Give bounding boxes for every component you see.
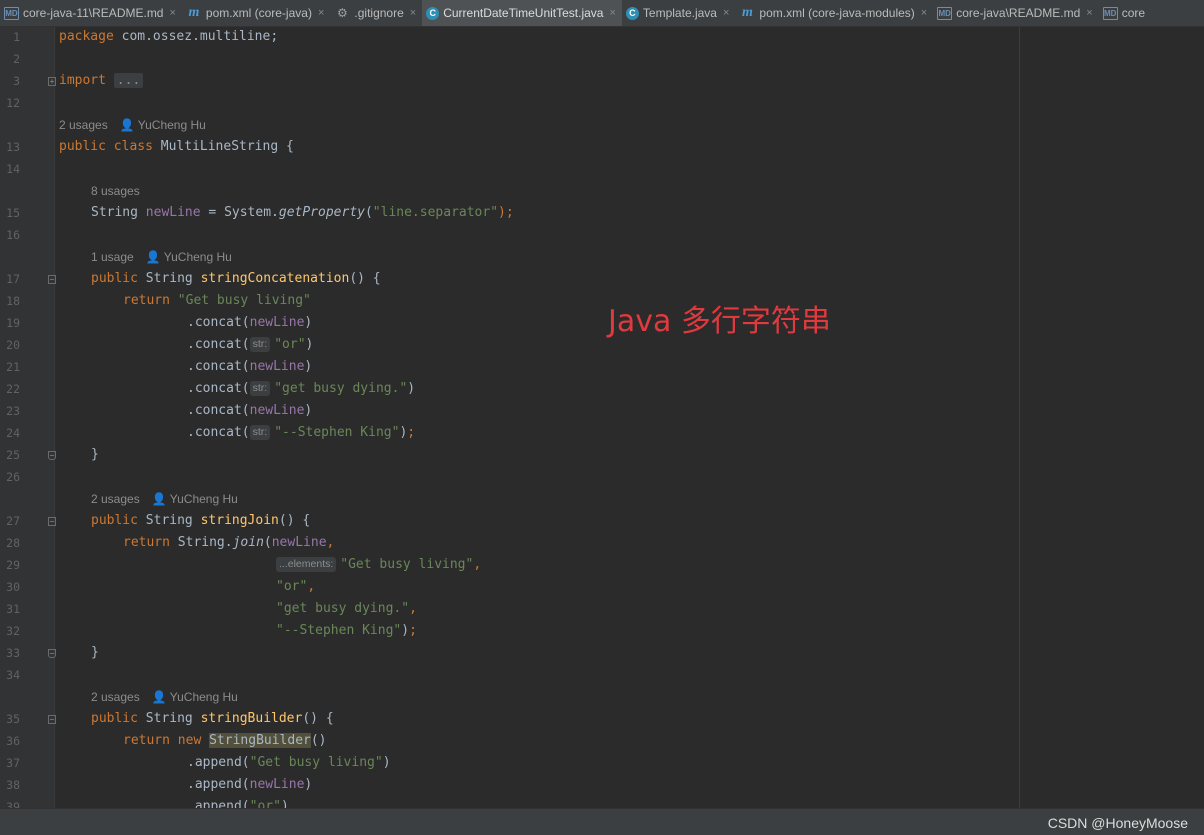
- line-number: 12: [6, 96, 20, 110]
- editor-tab-bar: MD core-java-11\README.md × m pom.xml (core…: [0, 0, 1204, 27]
- code-line: public class MultiLineString {: [59, 139, 294, 154]
- code-line: .concat(str: "get busy dying."): [187, 381, 416, 396]
- close-icon[interactable]: ×: [921, 7, 927, 19]
- maven-icon: m: [741, 5, 753, 20]
- code-line: "--Stephen King");: [276, 623, 417, 638]
- tab-current-datetime-unit-test[interactable]: C CurrentDateTimeUnitTest.java ×: [422, 0, 622, 26]
- line-number: 30: [6, 580, 20, 594]
- line-number: 19: [6, 316, 20, 330]
- line-number: 33: [6, 646, 20, 660]
- inlay-hint[interactable]: 2 usages 👤 YuCheng Hu: [59, 118, 206, 132]
- code-line: .append("Get busy living"): [187, 755, 391, 770]
- tab-core-java-11-readme[interactable]: MD core-java-11\README.md ×: [0, 0, 182, 26]
- line-number: 24: [6, 426, 20, 440]
- tab-template-java[interactable]: C Template.java ×: [622, 0, 735, 26]
- parameter-hint: str:: [249, 337, 271, 352]
- line-number: 36: [6, 734, 20, 748]
- line-number: 15: [6, 206, 20, 220]
- line-number: 18: [6, 294, 20, 308]
- code-line: public String stringJoin() {: [91, 513, 311, 528]
- line-number: 13: [6, 140, 20, 154]
- line-number: 38: [6, 778, 20, 792]
- code-line: .append(newLine): [187, 777, 313, 792]
- inlay-hint[interactable]: 2 usages 👤 YuCheng Hu: [91, 690, 238, 704]
- markdown-file-icon: MD: [4, 6, 19, 20]
- close-icon[interactable]: ×: [1086, 7, 1092, 19]
- code-line: "get busy dying.",: [276, 601, 417, 616]
- line-number: 21: [6, 360, 20, 374]
- line-number: 31: [6, 602, 20, 616]
- code-line: return new StringBuilder(): [123, 733, 327, 748]
- code-line: .concat(str: "or"): [187, 337, 314, 352]
- highlighted-symbol: StringBuilder: [209, 733, 311, 748]
- status-bar: CSDN @HoneyMoose: [0, 808, 1204, 835]
- code-line: .concat(newLine): [187, 403, 313, 418]
- java-class-icon: C: [426, 6, 440, 20]
- person-icon: 👤: [151, 690, 170, 704]
- code-line: public String stringBuilder() {: [91, 711, 334, 726]
- close-icon[interactable]: ×: [169, 7, 175, 19]
- line-number: 25: [6, 448, 20, 462]
- tab-core-truncated[interactable]: MD core: [1099, 0, 1151, 26]
- line-number: 32: [6, 624, 20, 638]
- line-number-gutter: 1 2 3 12 13 14 15 16 17 18 19 20 21 22 2…: [0, 27, 56, 814]
- line-number: 1: [13, 30, 20, 44]
- inlay-hint[interactable]: 8 usages: [91, 184, 140, 198]
- code-line: String newLine = System.getProperty("lin…: [91, 205, 514, 220]
- code-line: "or",: [276, 579, 316, 594]
- code-line: }: [91, 645, 99, 660]
- tab-gitignore[interactable]: ⚙ .gitignore ×: [330, 0, 422, 26]
- line-number: 2: [13, 52, 20, 66]
- inlay-hint[interactable]: 1 usage 👤 YuCheng Hu: [91, 250, 232, 264]
- close-icon[interactable]: ×: [609, 7, 615, 19]
- line-number: 17: [6, 272, 20, 286]
- parameter-hint: ...elements:: [276, 557, 337, 572]
- line-number: 29: [6, 558, 20, 572]
- code-line: return String.join(newLine,: [123, 535, 335, 550]
- line-number: 27: [6, 514, 20, 528]
- line-number: 28: [6, 536, 20, 550]
- person-icon: 👤: [151, 492, 170, 506]
- code-line: import ...: [59, 73, 144, 88]
- markdown-file-icon: MD: [937, 6, 953, 20]
- right-margin-guide: [1019, 27, 1020, 808]
- maven-icon: m: [188, 5, 200, 20]
- line-number: 20: [6, 338, 20, 352]
- java-class-icon: C: [625, 6, 639, 20]
- code-line: public String stringConcatenation() {: [91, 271, 381, 286]
- person-icon: 👤: [119, 118, 138, 132]
- person-icon: 👤: [145, 250, 164, 264]
- code-line: package com.ossez.multiline;: [59, 29, 279, 44]
- markdown-file-icon: MD: [1102, 6, 1118, 20]
- code-line: return "Get busy living": [123, 293, 311, 308]
- overlay-caption: Java 多行字符串: [608, 304, 831, 339]
- code-line: .concat(newLine): [187, 359, 313, 374]
- tab-core-java-readme[interactable]: MD core-java\README.md ×: [933, 0, 1098, 26]
- line-number: 16: [6, 228, 20, 242]
- line-number: 35: [6, 712, 20, 726]
- close-icon[interactable]: ×: [723, 7, 729, 19]
- line-number: 22: [6, 382, 20, 396]
- inlay-hint[interactable]: 2 usages 👤 YuCheng Hu: [91, 492, 238, 506]
- code-editor[interactable]: package com.ossez.multiline; import ... …: [55, 27, 1019, 814]
- line-number: 34: [6, 668, 20, 682]
- line-number: 26: [6, 470, 20, 484]
- parameter-hint: str:: [249, 381, 271, 396]
- gitignore-icon: ⚙: [337, 6, 348, 20]
- tab-pom-core-java-modules[interactable]: m pom.xml (core-java-modules) ×: [735, 0, 933, 26]
- line-number: 37: [6, 756, 20, 770]
- line-number: 23: [6, 404, 20, 418]
- code-line: .concat(newLine): [187, 315, 313, 330]
- folded-imports[interactable]: ...: [113, 73, 144, 88]
- code-line: .concat(str: "--Stephen King");: [187, 425, 416, 440]
- close-icon[interactable]: ×: [318, 7, 324, 19]
- code-line: }: [91, 447, 99, 462]
- watermark: CSDN @HoneyMoose: [1047, 815, 1188, 831]
- line-number: 3: [13, 74, 20, 88]
- code-line: ...elements: "Get busy living",: [276, 557, 481, 572]
- tab-pom-core-java[interactable]: m pom.xml (core-java) ×: [182, 0, 330, 26]
- parameter-hint: str:: [249, 425, 271, 440]
- close-icon[interactable]: ×: [410, 7, 416, 19]
- line-number: 14: [6, 162, 20, 176]
